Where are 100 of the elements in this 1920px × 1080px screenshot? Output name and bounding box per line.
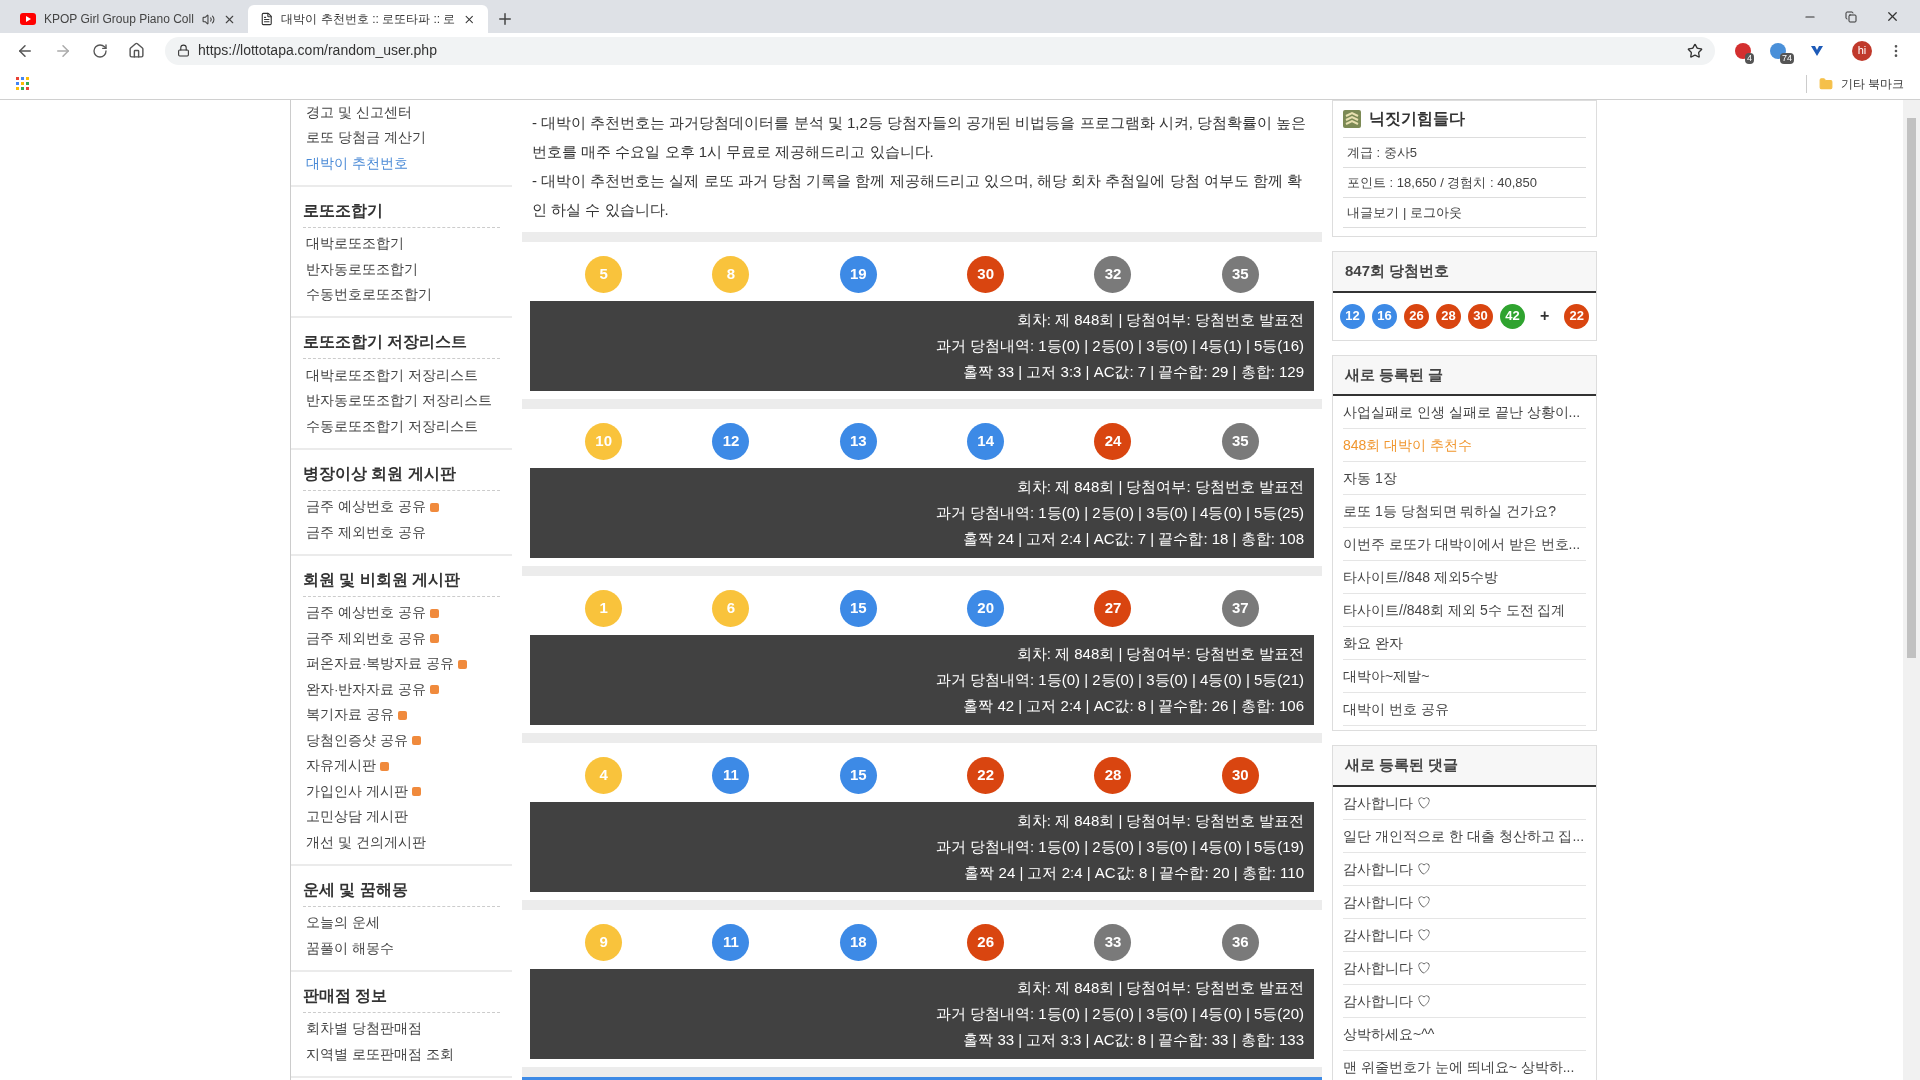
post-link[interactable]: 감사합니다 ♡ xyxy=(1343,951,1586,985)
post-link[interactable]: 타사이트//848 제외5수방 xyxy=(1343,561,1586,594)
extension-badge: 4 xyxy=(1744,52,1754,64)
sidebar-link[interactable]: 금주 제외번호 공유 xyxy=(306,522,426,543)
section-title: 회원 및 비회원 게시판 xyxy=(303,563,500,597)
sidebar-link[interactable]: 고민상담 게시판 xyxy=(306,807,408,828)
intro-paragraph: - 대박이 추천번호는 과거당첨데이터를 분석 및 1,2등 당첨자들의 공개된 비법등을 프로그램화 시켜, 당첨확률이 높은 번호를 매주 수요일 오후 1시 무료로 제공해드리고 있습니다. xyxy=(532,113,1308,162)
result-line: 과거 당첨내역: 1등(0) | 2등(0) | 3등(0) | 4등(0) | 5등(25) xyxy=(935,503,1304,523)
result-line: 홀짝 42 | 고저 2:4 | AC값: 8 | 끝수합: 26 | 총합: 106 xyxy=(963,696,1304,716)
result-line: 회차: 제 848회 | 당첨여부: 당첨번호 발표전 xyxy=(1016,978,1304,998)
close-window-icon[interactable] xyxy=(1885,9,1900,24)
post-link[interactable]: 대박이 번호 공유 xyxy=(1343,693,1586,726)
result-line: 과거 당첨내역: 1등(0) | 2등(0) | 3등(0) | 4등(1) | 5등(16) xyxy=(935,336,1304,356)
post-link[interactable]: 감사합니다 ♡ xyxy=(1343,918,1586,952)
sidebar-link[interactable]: 대박이 추천번호 xyxy=(306,153,408,174)
sidebar-link[interactable]: 퍼온자료·복방자료 공유 xyxy=(306,654,455,675)
result-line: 홀짝 33 | 고저 3:3 | AC값: 7 | 끝수합: 29 | 총합: 129 xyxy=(963,362,1304,382)
intro-paragraph: - 대박이 추천번호는 실제 로또 과거 당첨 기록을 함께 제공해드리고 있으며, 해당 회차 추첨일에 당첨 여부도 함께 확인 하실 수 있습니다. xyxy=(532,171,1303,220)
speaker-icon xyxy=(202,12,215,26)
post-link[interactable]: 화요 완자 xyxy=(1343,627,1586,660)
bookmarks-folder[interactable]: 기타 북마크 xyxy=(1840,74,1904,93)
post-link[interactable]: 감사합니다 ♡ xyxy=(1343,786,1586,820)
restore-icon[interactable] xyxy=(1845,10,1857,23)
extension-icon[interactable] xyxy=(1734,42,1751,59)
section-title: 운세 및 꿈해몽 xyxy=(303,873,500,907)
home-icon[interactable] xyxy=(128,42,145,59)
tab-title: KPOP Girl Group Piano Coll xyxy=(44,11,194,28)
sidebar-link[interactable]: 오늘의 운세 xyxy=(306,913,380,934)
sidebar-link[interactable]: 대박로또조합기 저장리스트 xyxy=(306,365,478,386)
scrollbar[interactable] xyxy=(1903,100,1920,1080)
section-title: 판매점 정보 xyxy=(303,979,500,1013)
post-link[interactable]: 감사합니다 ♡ xyxy=(1343,852,1586,886)
post-link[interactable]: 감사합니다 ♡ xyxy=(1343,984,1586,1018)
post-link[interactable]: 타사이트//848회 제외 5수 도전 집계 xyxy=(1343,594,1586,627)
result-line: 홀짝 24 | 고저 2:4 | AC값: 8 | 끝수합: 20 | 총합: 110 xyxy=(964,863,1304,883)
box-title: 847회 당첨번호 xyxy=(1333,252,1596,293)
post-link[interactable]: 상박하세요~^^ xyxy=(1343,1017,1586,1051)
result-line: 회차: 제 848회 | 당첨여부: 당첨번호 발표전 xyxy=(1016,811,1304,831)
user-nickname: 닉짓기힘들다 xyxy=(1369,109,1465,129)
sidebar-link[interactable]: 금주 예상번호 공유 xyxy=(306,603,426,624)
sidebar-link[interactable]: 개선 및 건의게시판 xyxy=(306,832,426,853)
post-link[interactable]: 로또 1등 당첨되면 뭐하실 건가요? xyxy=(1343,495,1586,528)
user-rank: 계급 : 중사5 xyxy=(1343,138,1586,168)
section-title: 로또조합기 저장리스트 xyxy=(303,326,500,359)
tab-title: 대박이 추천번호 :: 로또타파 :: 로 xyxy=(281,11,456,28)
video-play-icon xyxy=(20,13,36,25)
result-line: 홀짝 33 | 고저 3:3 | AC값: 8 | 끝수합: 33 | 총합: 133 xyxy=(963,1030,1304,1050)
sidebar-link[interactable]: 가입인사 게시판 xyxy=(306,781,408,802)
post-link[interactable]: 사업실패로 인생 실패로 끝난 상황이... xyxy=(1343,396,1586,429)
sidebar-link[interactable]: 당첨인증샷 공유 xyxy=(306,730,408,751)
result-line: 과거 당첨내역: 1등(0) | 2등(0) | 3등(0) | 4등(0) | 5등(20) xyxy=(935,1004,1304,1024)
sidebar-link[interactable]: 대박로또조합기 xyxy=(306,234,404,255)
sidebar-link[interactable]: 꿈풀이 해몽수 xyxy=(306,938,394,959)
sidebar-link[interactable]: 경고 및 신고센터 xyxy=(306,102,412,123)
sidebar-link[interactable]: 로또 당첨금 계산기 xyxy=(306,128,426,149)
sidebar-link[interactable]: 완자·반자자료 공유 xyxy=(306,679,427,700)
sidebar-link[interactable]: 반자동로또조합기 xyxy=(306,259,418,280)
post-link[interactable]: 이번주 로또가 대박이에서 받은 번호... xyxy=(1343,528,1586,561)
post-link[interactable]: 일단 개인적으로 한 대출 청산하고 집... xyxy=(1343,819,1586,853)
extension-badge: 74 xyxy=(1780,52,1794,64)
post-link[interactable]: 대박아~제발~ xyxy=(1343,660,1586,693)
sidebar-link[interactable]: 지역별 로또판매점 조회 xyxy=(306,1044,454,1065)
section-title: 병장이상 회원 게시판 xyxy=(303,457,500,491)
sidebar-link[interactable]: 회차별 당첨판매점 xyxy=(306,1019,422,1040)
sidebar-link[interactable]: 수동로또조합기 저장리스트 xyxy=(306,416,478,437)
result-line: 회차: 제 848회 | 당첨여부: 당첨번호 발표전 xyxy=(1016,644,1304,664)
logout-link[interactable]: 로그아웃 xyxy=(1410,198,1463,227)
v-logo-icon[interactable] xyxy=(1810,43,1824,58)
address-bar[interactable]: https://lottotapa.com/random_user.php xyxy=(165,36,1715,65)
page-icon xyxy=(260,12,274,26)
result-line: 회차: 제 848회 | 당첨여부: 당첨번호 발표전 xyxy=(1016,477,1304,497)
browser-tab[interactable]: KPOP Girl Group Piano Coll xyxy=(8,5,248,33)
result-line: 회차: 제 848회 | 당첨여부: 당첨번호 발표전 xyxy=(1016,310,1304,330)
box-title: 새로 등록된 글 xyxy=(1333,355,1596,396)
browser-tab[interactable]: 대박이 추천번호 :: 로또타파 :: 로 xyxy=(248,5,488,33)
sidebar-link[interactable]: 금주 예상번호 공유 xyxy=(306,497,426,518)
box-title: 새로 등록된 댓글 xyxy=(1333,746,1596,787)
plus-sign: + xyxy=(1540,306,1550,326)
result-line: 과거 당첨내역: 1등(0) | 2등(0) | 3등(0) | 4등(0) | 5등(19) xyxy=(935,837,1304,857)
folder-icon xyxy=(1818,76,1833,91)
link-separator: | xyxy=(1403,204,1407,222)
sidebar-link[interactable]: 수동번호로또조합기 xyxy=(306,285,432,306)
post-link[interactable]: 자동 1장 xyxy=(1343,462,1586,495)
post-link[interactable]: 맨 위줄번호가 눈에 띄네요~ 상박하... xyxy=(1343,1050,1586,1080)
reload-icon[interactable] xyxy=(92,42,108,59)
sidebar-link[interactable]: 복기자료 공유 xyxy=(306,705,394,726)
rank-badge-icon xyxy=(1343,110,1361,128)
section-title: 로또조합기 xyxy=(303,194,500,228)
result-line: 과거 당첨내역: 1등(0) | 2등(0) | 3등(0) | 4등(0) | 5등(21) xyxy=(935,670,1304,690)
profile-avatar[interactable]: hi xyxy=(1852,40,1872,61)
sidebar-link[interactable]: 자유게시판 xyxy=(306,756,376,777)
sidebar-link[interactable]: 반자동로또조합기 저장리스트 xyxy=(306,391,492,412)
bookmark-star-icon[interactable] xyxy=(1686,42,1703,59)
sidebar-link[interactable]: 금주 제외번호 공유 xyxy=(306,628,426,649)
my-posts-link[interactable]: 내글보기 xyxy=(1347,198,1399,227)
post-link[interactable]: 감사합니다 ♡ xyxy=(1343,885,1586,919)
user-points: 포인트 : 18,650 / 경험치 : 40,850 xyxy=(1343,168,1586,198)
new-tab-icon[interactable] xyxy=(496,10,514,28)
apps-grid-icon[interactable] xyxy=(16,77,29,90)
lock-icon xyxy=(177,44,190,57)
